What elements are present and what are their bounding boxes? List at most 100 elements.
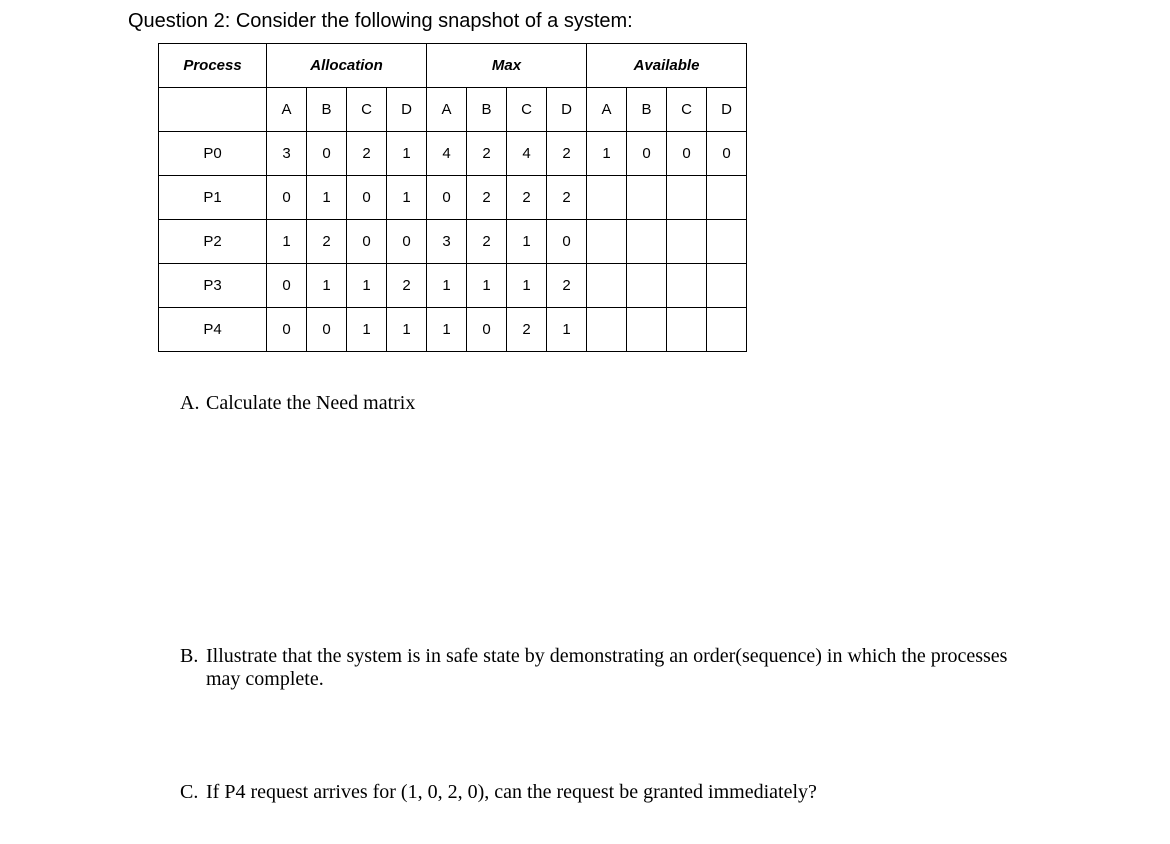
max-cell: 0 — [547, 220, 587, 264]
alloc-sub-d: D — [387, 88, 427, 132]
alloc-cell: 0 — [267, 264, 307, 308]
question-title: Question 2: Consider the following snaps… — [128, 10, 1170, 33]
subquestion-c-letter: C. — [180, 781, 206, 804]
alloc-cell: 1 — [267, 220, 307, 264]
alloc-cell: 0 — [387, 220, 427, 264]
max-sub-b: B — [467, 88, 507, 132]
avail-cell — [707, 264, 747, 308]
alloc-cell: 0 — [267, 308, 307, 352]
table-row: P4 0 0 1 1 1 0 2 1 — [159, 308, 747, 352]
system-snapshot-table: Process Allocation Max Available A B C D… — [158, 43, 747, 352]
max-cell: 1 — [427, 264, 467, 308]
avail-sub-a: A — [587, 88, 627, 132]
avail-cell: 0 — [667, 132, 707, 176]
avail-cell — [587, 264, 627, 308]
table-row: P0 3 0 2 1 4 2 4 2 1 0 0 0 — [159, 132, 747, 176]
avail-cell — [667, 176, 707, 220]
max-cell: 2 — [507, 176, 547, 220]
max-cell: 1 — [507, 220, 547, 264]
subquestion-c: C.If P4 request arrives for (1, 0, 2, 0)… — [180, 781, 1060, 804]
process-name: P2 — [159, 220, 267, 264]
avail-cell — [627, 264, 667, 308]
table-row: P1 0 1 0 1 0 2 2 2 — [159, 176, 747, 220]
max-cell: 0 — [467, 308, 507, 352]
max-cell: 2 — [547, 264, 587, 308]
sub-header-blank — [159, 88, 267, 132]
alloc-cell: 0 — [347, 176, 387, 220]
subquestion-a-text: Calculate the Need matrix — [206, 392, 415, 414]
avail-cell — [627, 176, 667, 220]
max-cell: 2 — [467, 132, 507, 176]
max-cell: 2 — [467, 176, 507, 220]
alloc-cell: 0 — [307, 132, 347, 176]
alloc-sub-c: C — [347, 88, 387, 132]
max-cell: 2 — [547, 176, 587, 220]
process-name: P0 — [159, 132, 267, 176]
max-sub-d: D — [547, 88, 587, 132]
table-row: P2 1 2 0 0 3 2 1 0 — [159, 220, 747, 264]
sub-header-row: A B C D A B C D A B C D — [159, 88, 747, 132]
avail-sub-d: D — [707, 88, 747, 132]
avail-cell — [627, 308, 667, 352]
max-cell: 2 — [507, 308, 547, 352]
alloc-cell: 3 — [267, 132, 307, 176]
alloc-cell: 0 — [347, 220, 387, 264]
alloc-cell: 0 — [267, 176, 307, 220]
alloc-cell: 0 — [307, 308, 347, 352]
subquestion-a-letter: A. — [180, 392, 206, 415]
max-cell: 1 — [467, 264, 507, 308]
subquestion-c-text: If P4 request arrives for (1, 0, 2, 0), … — [206, 781, 817, 803]
avail-cell: 0 — [627, 132, 667, 176]
max-sub-c: C — [507, 88, 547, 132]
table-row: P3 0 1 1 2 1 1 1 2 — [159, 264, 747, 308]
header-allocation: Allocation — [267, 44, 427, 88]
header-available: Available — [587, 44, 747, 88]
avail-cell — [707, 176, 747, 220]
max-cell: 2 — [467, 220, 507, 264]
avail-cell: 1 — [587, 132, 627, 176]
avail-sub-b: B — [627, 88, 667, 132]
max-cell: 0 — [427, 176, 467, 220]
max-cell: 4 — [507, 132, 547, 176]
alloc-cell: 1 — [347, 308, 387, 352]
alloc-cell: 1 — [387, 176, 427, 220]
subquestion-b-text: Illustrate that the system is in safe st… — [206, 645, 1046, 691]
max-cell: 3 — [427, 220, 467, 264]
alloc-sub-b: B — [307, 88, 347, 132]
alloc-cell: 1 — [387, 308, 427, 352]
max-sub-a: A — [427, 88, 467, 132]
alloc-cell: 2 — [307, 220, 347, 264]
alloc-cell: 1 — [307, 176, 347, 220]
header-process: Process — [159, 44, 267, 88]
max-cell: 1 — [427, 308, 467, 352]
process-name: P3 — [159, 264, 267, 308]
alloc-cell: 2 — [387, 264, 427, 308]
avail-sub-c: C — [667, 88, 707, 132]
avail-cell — [667, 308, 707, 352]
alloc-cell: 1 — [307, 264, 347, 308]
avail-cell — [667, 220, 707, 264]
process-name: P4 — [159, 308, 267, 352]
avail-cell — [587, 220, 627, 264]
max-cell: 1 — [547, 308, 587, 352]
header-max: Max — [427, 44, 587, 88]
max-cell: 2 — [547, 132, 587, 176]
question-page: Question 2: Consider the following snaps… — [0, 0, 1170, 804]
avail-cell — [707, 220, 747, 264]
avail-cell — [587, 308, 627, 352]
alloc-cell: 1 — [387, 132, 427, 176]
max-cell: 1 — [507, 264, 547, 308]
avail-cell: 0 — [707, 132, 747, 176]
subquestion-b-letter: B. — [180, 645, 206, 668]
subquestion-b: B.Illustrate that the system is in safe … — [180, 645, 1060, 691]
avail-cell — [587, 176, 627, 220]
process-name: P1 — [159, 176, 267, 220]
max-cell: 4 — [427, 132, 467, 176]
avail-cell — [707, 308, 747, 352]
subquestion-a: A.Calculate the Need matrix — [180, 392, 1170, 415]
alloc-cell: 1 — [347, 264, 387, 308]
avail-cell — [667, 264, 707, 308]
alloc-sub-a: A — [267, 88, 307, 132]
avail-cell — [627, 220, 667, 264]
alloc-cell: 2 — [347, 132, 387, 176]
